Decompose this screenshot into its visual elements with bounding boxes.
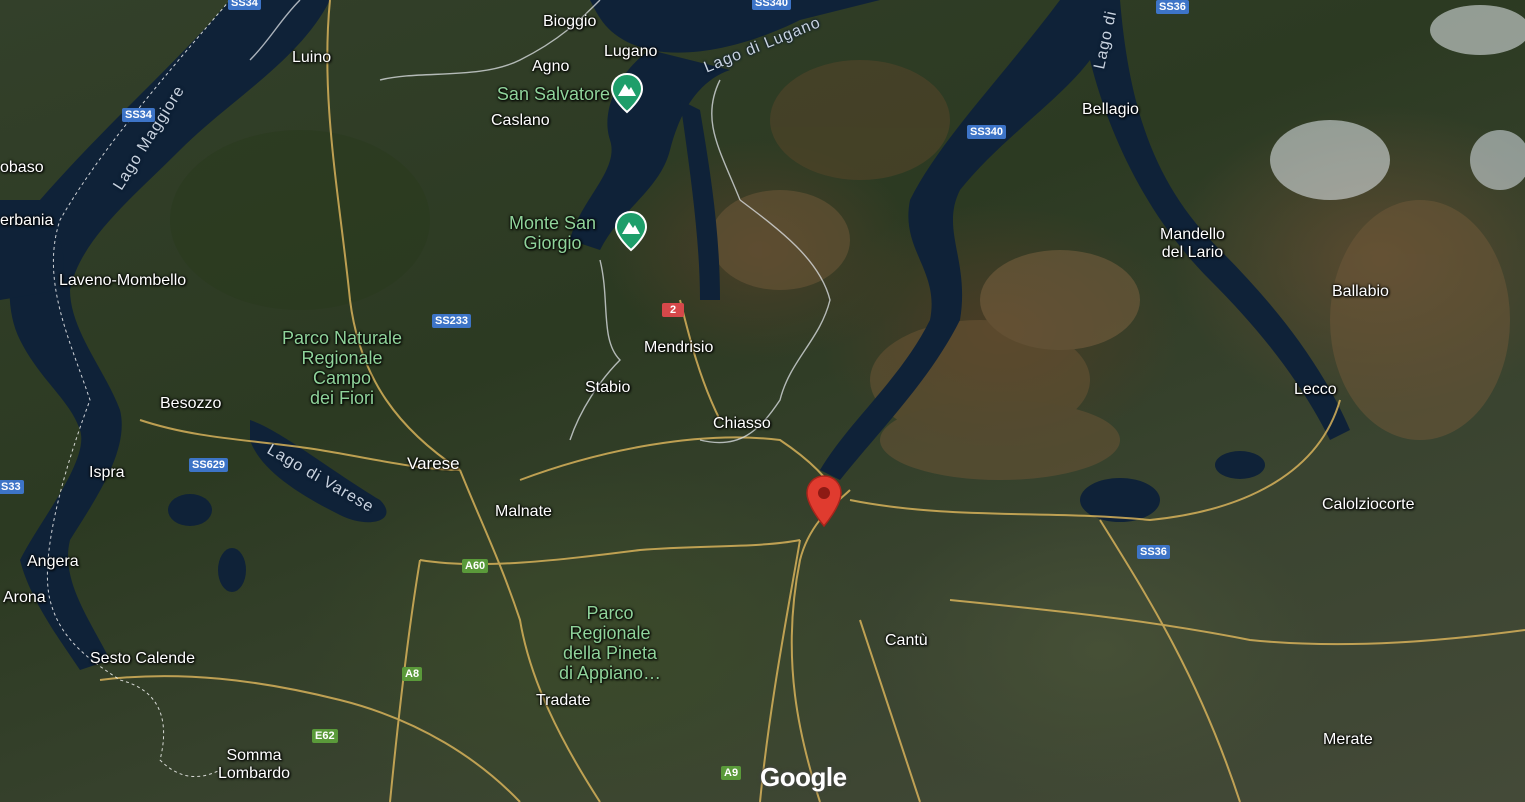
park-label-campo-dei-fiori: Parco Naturale Regionale Campo dei Fiori [281,328,403,408]
city-label-partial: obaso [0,159,44,176]
road-shield-e62: E62 [312,729,338,743]
poi-label-monte-san-giorgio[interactable]: Monte San Giorgio [490,213,615,253]
city-label-malnate: Malnate [495,503,552,520]
city-label-laveno-mombello: Laveno-Mombello [59,272,187,289]
city-label-sesto-calende: Sesto Calende [90,650,195,667]
road-shield-a60: A60 [462,559,489,573]
road-shield-a8: A8 [402,667,423,681]
road-shield-ss340: SS340 [967,125,1007,139]
city-label-varese: Varese [407,454,460,473]
road-shield-ss629: SS629 [189,458,229,472]
road-shield-ss34: SS34 [122,108,155,122]
city-label-caslano: Caslano [491,112,550,129]
city-label-chiasso: Chiasso [713,415,771,432]
city-label-bioggio: Bioggio [543,13,597,30]
park-label-pineta-appiano: Parco Regionale della Pineta di Appiano… [558,603,662,683]
city-label-merate: Merate [1323,731,1373,748]
city-label-besozzo: Besozzo [160,395,222,412]
city-label-luino: Luino [292,49,332,66]
city-label-lugano: Lugano [604,43,658,60]
city-label-mendrisio: Mendrisio [644,339,714,356]
google-logo: Google [760,762,847,792]
city-label-calolziocorte: Calolziocorte [1322,496,1415,513]
road-shield-ss233: SS233 [432,314,472,328]
mountain-icon[interactable] [610,72,644,114]
road-shield-2: 2 [662,303,685,317]
mountain-icon[interactable] [614,210,648,252]
road-shield-s33: S33 [0,480,24,494]
road-shield-ss340: SS340 [752,0,792,10]
location-pin-icon[interactable] [804,474,844,528]
poi-label-san-salvatore[interactable]: San Salvatore [470,84,610,104]
satellite-map[interactable]: Lago Maggiore Lago di Lugano Lago di Var… [0,0,1525,802]
road-shield-ss36: SS36 [1137,545,1170,559]
city-label-angera: Angera [27,553,79,570]
city-label-mandello-del-lario: Mandello del Lario [1160,226,1225,261]
city-label-ballabio: Ballabio [1332,283,1389,300]
road-shield-a9: A9 [721,766,742,780]
road-shield-ss34: SS34 [228,0,261,10]
city-label-arona: Arona [3,589,46,606]
city-label-somma-lombardo: Somma Lombardo [218,747,291,782]
road-shield-ss36: SS36 [1156,0,1189,14]
city-label-bellagio: Bellagio [1082,101,1139,118]
map-terrain-layer [0,0,1525,802]
city-label-tradate: Tradate [536,692,591,709]
city-label-lecco: Lecco [1294,381,1337,398]
city-label-stabio: Stabio [585,379,631,396]
city-label-verbania: erbania [0,212,54,229]
city-label-agno: Agno [532,58,570,75]
city-label-ispra: Ispra [89,464,125,481]
city-label-cantu: Cantù [885,632,928,649]
